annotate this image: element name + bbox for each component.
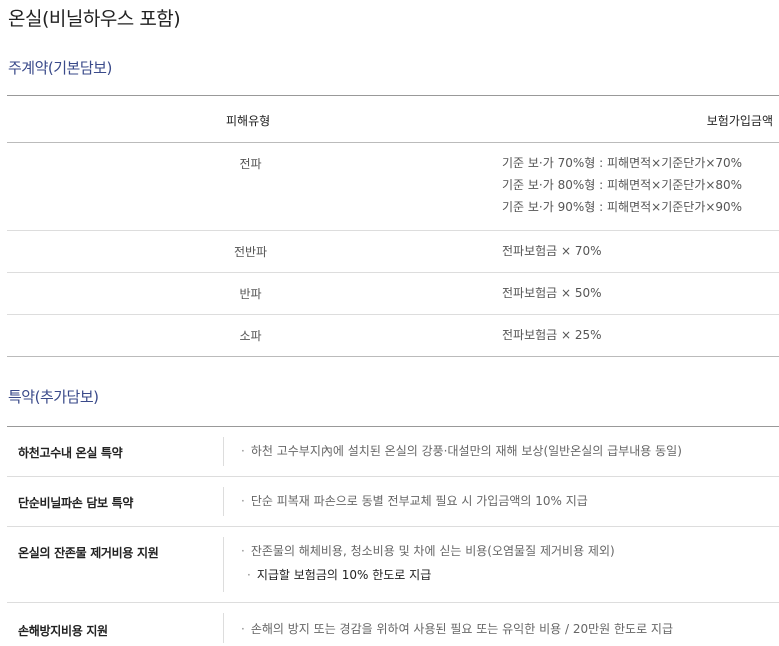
column-divider [223, 537, 224, 592]
table-row: 하천고수내 온실 특약 · 하천 고수부지內에 설치된 온실의 강풍·대설만의 재… [7, 427, 779, 477]
rider-name: 손해방지비용 지원 [18, 624, 108, 638]
page-title: 온실(비닐하우스 포함) [8, 8, 181, 30]
damage-type: 전반파 [233, 245, 268, 259]
table-header: 피해유형 보험가입금액 [7, 95, 779, 143]
column-divider [223, 437, 224, 466]
amount-line: 전파보험금 × 70% [502, 244, 602, 258]
table-row: 온실의 잔존물 제거비용 지원 · 잔존물의 해체비용, 청소비용 및 차에 싣는… [7, 527, 779, 603]
table-row: 전반파 전파보험금 × 70% [7, 231, 779, 273]
rider-desc: · 손해의 방지 또는 경감을 위하여 사용된 필요 또는 유익한 비용 / 20… [241, 622, 674, 636]
column-divider [223, 487, 224, 516]
special-contract-table: 하천고수내 온실 특약 · 하천 고수부지內에 설치된 온실의 강풍·대설만의 재… [7, 426, 779, 646]
amount-line: 기준 보·가 90%형 : 피해면적×기준단가×90% [502, 200, 743, 214]
special-contract-title: 특약(추가담보) [8, 388, 99, 406]
insured-amount: 전파보험금 × 70% [502, 240, 602, 262]
rider-name: 하천고수내 온실 특약 [18, 446, 123, 460]
table-row: 반파 전파보험금 × 50% [7, 273, 779, 315]
damage-type: 소파 [239, 329, 262, 343]
column-divider [223, 613, 224, 643]
rider-name: 단순비닐파손 담보 특약 [18, 496, 134, 510]
amount-line: 기준 보·가 70%형 : 피해면적×기준단가×70% [502, 156, 743, 170]
damage-type: 반파 [239, 287, 262, 301]
rider-desc: · 단순 피복재 파손으로 동별 전부교체 필요 시 가입금액의 10% 지급 [241, 494, 588, 508]
main-contract-table: 피해유형 보험가입금액 전파 기준 보·가 70%형 : 피해면적×기준단가×7… [7, 95, 779, 357]
insured-amount: 기준 보·가 70%형 : 피해면적×기준단가×70% 기준 보·가 80%형 … [502, 152, 742, 218]
rider-desc: · 잔존물의 해체비용, 청소비용 및 차에 싣는 비용(오염물질 제거비용 제외… [241, 539, 615, 587]
header-damage-type: 피해유형 [226, 114, 271, 128]
rider-desc: · 하천 고수부지內에 설치된 온실의 강풍·대설만의 재해 보상(일반온실의 급… [241, 444, 682, 458]
amount-line: 전파보험금 × 50% [502, 286, 602, 300]
rider-sub-desc: · 지급할 보험금의 10% 한도로 지급 [247, 568, 432, 582]
table-row: 단순비닐파손 담보 특약 · 단순 피복재 파손으로 동별 전부교체 필요 시 가… [7, 477, 779, 527]
table-row: 소파 전파보험금 × 25% [7, 315, 779, 357]
rider-name: 온실의 잔존물 제거비용 지원 [18, 546, 159, 560]
amount-line: 기준 보·가 80%형 : 피해면적×기준단가×80% [502, 178, 743, 192]
header-insured-amount: 보험가입금액 [706, 114, 773, 128]
insured-amount: 전파보험금 × 50% [502, 282, 602, 304]
table-row: 손해방지비용 지원 · 손해의 방지 또는 경감을 위하여 사용된 필요 또는 유… [7, 603, 779, 646]
table-row: 전파 기준 보·가 70%형 : 피해면적×기준단가×70% 기준 보·가 80… [7, 143, 779, 231]
main-contract-title: 주계약(기본담보) [8, 59, 112, 77]
amount-line: 전파보험금 × 25% [502, 328, 602, 342]
damage-type: 전파 [239, 157, 262, 171]
insured-amount: 전파보험금 × 25% [502, 324, 602, 346]
